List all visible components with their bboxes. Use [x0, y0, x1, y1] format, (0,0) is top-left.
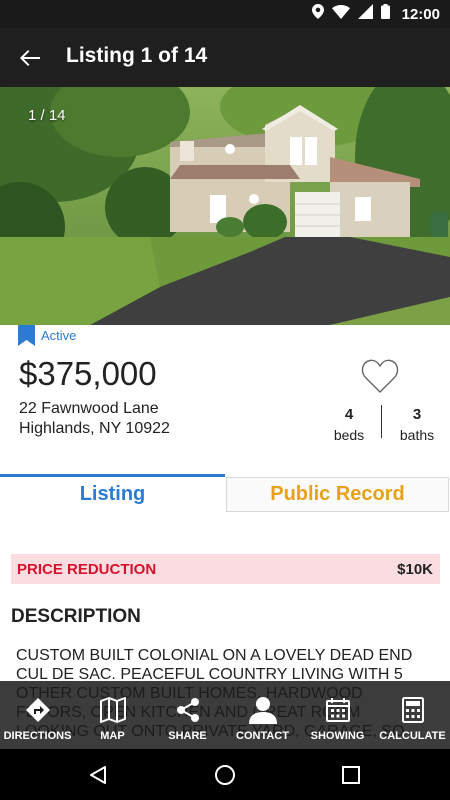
map-icon: [99, 697, 126, 723]
nav-recents-button[interactable]: [338, 762, 364, 788]
bottom-action-bar: DIRECTIONS MAP SHARE CONTACT SHOWING CAL…: [0, 681, 450, 749]
location-icon: [311, 4, 324, 24]
signal-icon: [357, 4, 373, 24]
address-line-1: 22 Fawnwood Lane: [19, 400, 159, 417]
beds-baths-divider: [381, 405, 382, 438]
status-icons: 12:00: [311, 0, 440, 28]
back-button[interactable]: [14, 42, 46, 74]
app-bar: Listing 1 of 14: [0, 28, 450, 87]
status-time: 12:00: [401, 5, 440, 23]
share-button[interactable]: SHARE: [150, 681, 225, 749]
status-badge: Active: [18, 325, 76, 346]
listing-price: $375,000: [19, 355, 157, 392]
baths-value: 3: [412, 406, 422, 423]
calculate-label: CALCULATE: [379, 730, 446, 742]
tab-listing[interactable]: Listing: [0, 474, 225, 512]
showing-label: SHOWING: [310, 730, 365, 742]
baths-count: 3 baths: [395, 406, 439, 443]
heart-outline-icon: [361, 359, 399, 393]
arrow-left-icon: [20, 50, 40, 66]
beds-value: 4: [344, 406, 354, 423]
person-icon: [248, 697, 277, 724]
favorite-button[interactable]: [361, 358, 399, 399]
directions-label: DIRECTIONS: [3, 730, 72, 742]
battery-icon: [380, 4, 390, 24]
address-line-2: Highlands, NY 10922: [19, 420, 170, 437]
map-label: MAP: [100, 730, 125, 742]
nav-back-button[interactable]: [85, 762, 111, 788]
listing-photo[interactable]: 1 / 14: [0, 87, 450, 325]
nav-back-icon: [90, 766, 106, 784]
calendar-icon: [325, 698, 350, 722]
system-nav-bar: [0, 749, 450, 800]
page-title: Listing 1 of 14: [66, 44, 208, 67]
description-heading: DESCRIPTION: [11, 606, 141, 627]
photo-counter: 1 / 14: [28, 107, 66, 124]
nav-home-button[interactable]: [212, 762, 238, 788]
nav-recents-icon: [342, 766, 360, 784]
contact-label: CONTACT: [236, 730, 289, 742]
nav-home-icon: [215, 765, 235, 785]
baths-label: baths: [399, 427, 435, 443]
contact-button[interactable]: CONTACT: [225, 681, 300, 749]
beds-label: beds: [333, 427, 365, 443]
directions-icon: [25, 698, 50, 722]
showing-button[interactable]: SHOWING: [300, 681, 375, 749]
share-label: SHARE: [168, 730, 207, 742]
detail-tabs: Listing Public Record: [0, 474, 450, 512]
tab-public-record[interactable]: Public Record: [226, 477, 449, 512]
beds-count: 4 beds: [330, 406, 368, 443]
map-button[interactable]: MAP: [75, 681, 150, 749]
calculator-icon: [401, 697, 424, 723]
price-reduction-label: PRICE REDUCTION: [17, 560, 157, 578]
bookmark-icon: [18, 325, 35, 346]
price-reduction-amount: $10K: [397, 560, 433, 578]
calculate-button[interactable]: CALCULATE: [375, 681, 450, 749]
wifi-icon: [331, 4, 350, 24]
status-bar: 12:00: [0, 0, 450, 28]
share-icon: [176, 698, 199, 722]
price-reduction-banner: PRICE REDUCTION $10K: [11, 554, 440, 584]
house-photo-illustration: [0, 87, 450, 325]
directions-button[interactable]: DIRECTIONS: [0, 681, 75, 749]
status-label: Active: [41, 328, 77, 343]
